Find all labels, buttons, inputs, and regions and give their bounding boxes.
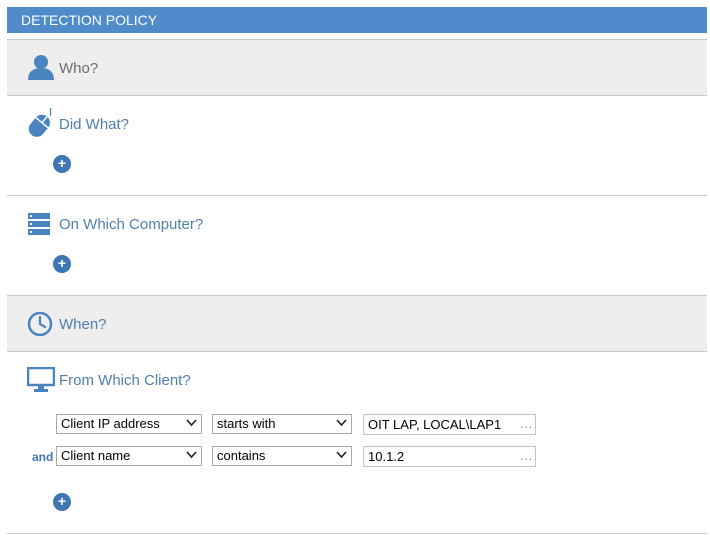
- section-who[interactable]: Who?: [7, 40, 707, 95]
- section-client: From Which Client? Client IP address sta…: [7, 352, 707, 532]
- divider: [7, 39, 707, 40]
- chevron-down-icon: [186, 419, 197, 427]
- section-title-did-what: Did What?: [59, 116, 130, 133]
- condition-field-select[interactable]: Client name: [56, 446, 202, 466]
- section-title-who: Who?: [59, 60, 99, 77]
- mouse-icon: [28, 108, 52, 137]
- condition-field-value: Client name: [61, 448, 131, 463]
- section-title-when: When?: [59, 316, 107, 333]
- condition-value-input[interactable]: OIT LAP, LOCAL\LAP1 ...: [363, 414, 536, 435]
- clock-icon: [27, 311, 53, 337]
- server-icon: [28, 213, 50, 235]
- condition-value-input[interactable]: 10.1.2 ...: [363, 446, 536, 467]
- condition-operator-select[interactable]: contains: [212, 446, 352, 466]
- add-client-condition-button[interactable]: +: [53, 493, 71, 511]
- section-computer: On Which Computer? +: [7, 196, 707, 295]
- condition-operator-value: contains: [217, 448, 266, 463]
- condition-value-text: 10.1.2: [368, 449, 405, 464]
- chevron-down-icon: [186, 451, 197, 459]
- condition-operator-select[interactable]: starts with: [212, 414, 352, 434]
- divider: [7, 533, 707, 534]
- condition-field-select[interactable]: Client IP address: [56, 414, 202, 434]
- browse-button[interactable]: ...: [520, 415, 533, 434]
- condition-value-text: OIT LAP, LOCAL\LAP1: [368, 417, 502, 432]
- add-did-what-button[interactable]: +: [53, 155, 71, 173]
- section-when[interactable]: When?: [7, 296, 707, 351]
- condition-connector: and: [32, 450, 54, 464]
- section-title-client: From Which Client?: [59, 372, 191, 389]
- chevron-down-icon: [336, 451, 347, 459]
- detection-policy-header: DETECTION POLICY: [7, 7, 707, 33]
- section-title-computer: On Which Computer?: [59, 216, 204, 233]
- condition-operator-value: starts with: [217, 416, 276, 431]
- browse-button[interactable]: ...: [520, 447, 533, 466]
- condition-field-value: Client IP address: [61, 416, 160, 431]
- user-icon: [28, 55, 54, 80]
- chevron-down-icon: [336, 419, 347, 427]
- section-did-what: Did What? +: [7, 96, 707, 195]
- monitor-icon: [27, 367, 55, 392]
- add-computer-button[interactable]: +: [53, 255, 71, 273]
